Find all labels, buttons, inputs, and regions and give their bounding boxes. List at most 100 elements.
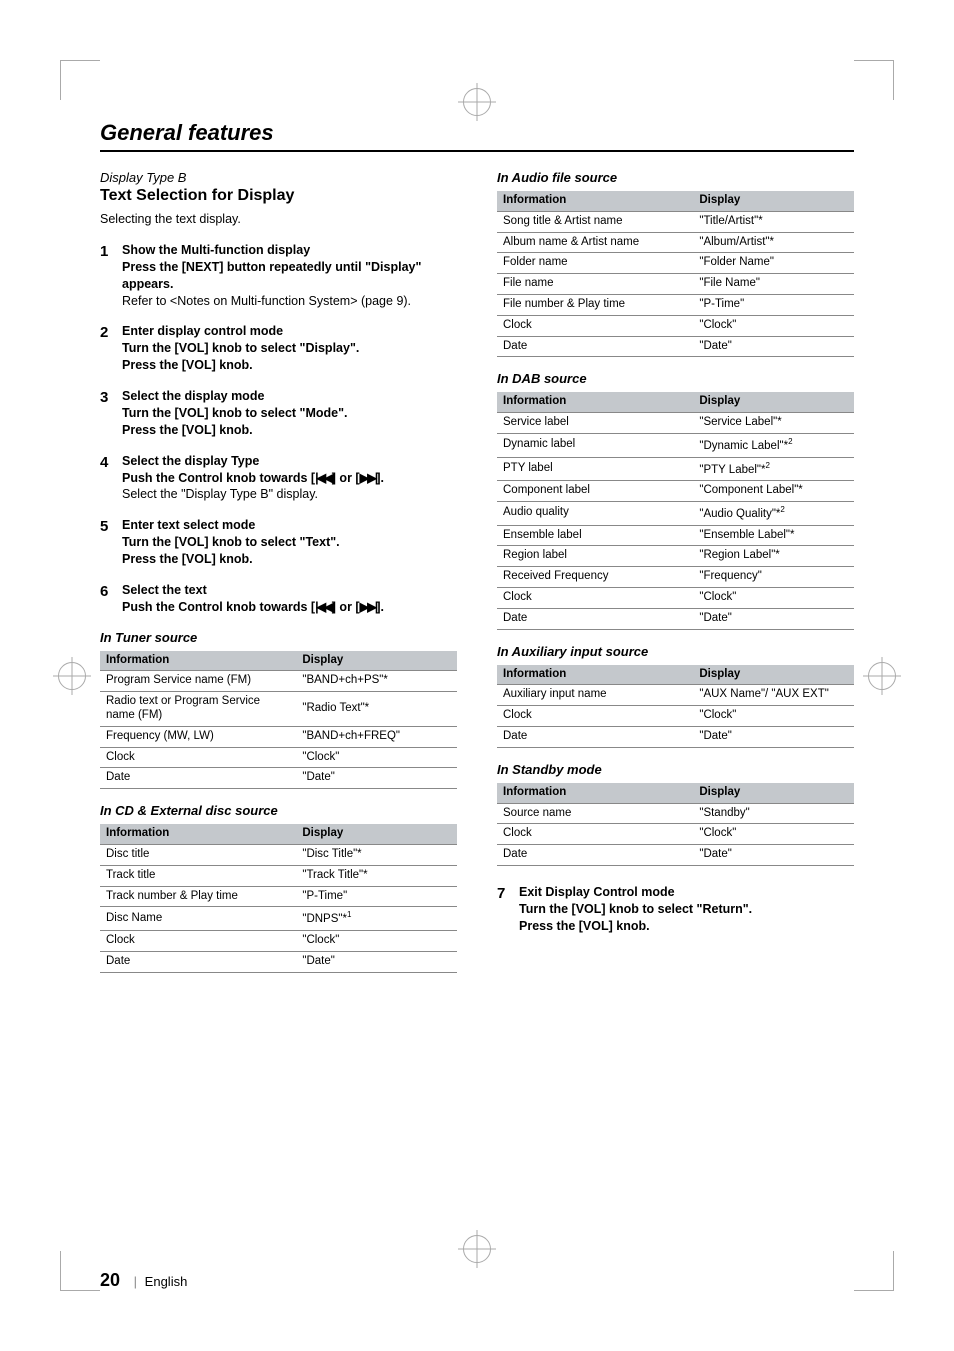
- info-cell: Date: [497, 608, 693, 629]
- dab-table: Information Display Service label"Servic…: [497, 392, 854, 629]
- table-row: Album name & Artist name"Album/Artist"*: [497, 232, 854, 253]
- crop-mark-icon: [854, 60, 894, 100]
- display-cell: "Clock": [693, 315, 854, 336]
- display-type-label: Display Type B: [100, 170, 457, 185]
- display-cell: "Clock": [693, 706, 854, 727]
- table-row: Date"Date": [100, 951, 457, 972]
- table-heading-standby: In Standby mode: [497, 762, 854, 777]
- display-cell: "Folder Name": [693, 253, 854, 274]
- superscript: 2: [766, 461, 770, 470]
- table-row: Clock"Clock": [497, 706, 854, 727]
- text: ].: [376, 471, 384, 485]
- info-cell: PTY label: [497, 457, 693, 481]
- page-footer: 20 | English: [100, 1270, 187, 1291]
- table-row: Dynamic label"Dynamic Label"*2: [497, 433, 854, 457]
- col-header: Information: [497, 191, 693, 211]
- crop-mark-icon: [60, 1251, 100, 1291]
- col-header: Display: [296, 651, 457, 671]
- step-number: 7: [497, 884, 511, 935]
- info-cell: Radio text or Program Service name (FM): [100, 692, 296, 727]
- table-row: File number & Play time"P-Time": [497, 294, 854, 315]
- step-instruction: Press the [VOL] knob.: [122, 357, 457, 374]
- standby-tbody: Source name"Standby"Clock"Clock"Date"Dat…: [497, 803, 854, 865]
- crop-mark-icon: [854, 1251, 894, 1291]
- info-cell: Dynamic label: [497, 433, 693, 457]
- rewind-icon: |◀◀: [315, 599, 332, 616]
- rewind-icon: |◀◀: [315, 470, 332, 487]
- text: Push the Control knob towards [: [122, 471, 315, 485]
- table-heading-dab: In DAB source: [497, 371, 854, 386]
- step-instruction: Press the [NEXT] button repeatedly until…: [122, 259, 457, 293]
- table-row: Frequency (MW, LW)"BAND+ch+FREQ": [100, 726, 457, 747]
- info-cell: Component label: [497, 481, 693, 502]
- display-cell: "Clock": [693, 588, 854, 609]
- cd-table: Information Display Disc title"Disc Titl…: [100, 824, 457, 972]
- display-cell: "Ensemble Label"*: [693, 525, 854, 546]
- table-row: Clock"Clock": [497, 588, 854, 609]
- audio-table: Information Display Song title & Artist …: [497, 191, 854, 357]
- table-row: PTY label"PTY Label"*2: [497, 457, 854, 481]
- right-column: In Audio file source Information Display…: [497, 170, 854, 973]
- step-title: Enter text select mode: [122, 517, 457, 534]
- step-instruction: Turn the [VOL] knob to select "Mode".: [122, 405, 457, 422]
- step-instruction: Press the [VOL] knob.: [519, 918, 854, 935]
- table-row: File name"File Name": [497, 274, 854, 295]
- step-4: 4 Select the display Type Push the Contr…: [100, 453, 457, 504]
- col-header: Display: [693, 665, 854, 685]
- table-heading-aux: In Auxiliary input source: [497, 644, 854, 659]
- registration-mark-icon: [463, 88, 491, 116]
- step-title: Select the display Type: [122, 453, 457, 470]
- aux-tbody: Auxiliary input name"AUX Name"/ "AUX EXT…: [497, 685, 854, 747]
- step-instruction: Turn the [VOL] knob to select "Display".: [122, 340, 457, 357]
- text: ] or [: [332, 471, 360, 485]
- info-cell: Auxiliary input name: [497, 685, 693, 706]
- table-row: Clock"Clock": [497, 315, 854, 336]
- display-cell: "Disc Title"*: [296, 845, 457, 866]
- step-2: 2 Enter display control mode Turn the [V…: [100, 323, 457, 374]
- table-row: Track title"Track Title"*: [100, 865, 457, 886]
- display-cell: "Frequency": [693, 567, 854, 588]
- step-number: 3: [100, 388, 114, 439]
- info-cell: File name: [497, 274, 693, 295]
- aux-table: Information Display Auxiliary input name…: [497, 665, 854, 748]
- table-row: Received Frequency"Frequency": [497, 567, 854, 588]
- table-row: Auxiliary input name"AUX Name"/ "AUX EXT…: [497, 685, 854, 706]
- display-cell: "Album/Artist"*: [693, 232, 854, 253]
- table-row: Disc Name"DNPS"*1: [100, 907, 457, 931]
- info-cell: Region label: [497, 546, 693, 567]
- page-number: 20: [100, 1270, 120, 1290]
- display-cell: "BAND+ch+FREQ": [296, 726, 457, 747]
- info-cell: Clock: [497, 315, 693, 336]
- left-column: Display Type B Text Selection for Displa…: [100, 170, 457, 973]
- display-cell: "Component Label"*: [693, 481, 854, 502]
- display-cell: "Date": [693, 336, 854, 357]
- info-cell: Frequency (MW, LW): [100, 726, 296, 747]
- table-row: Track number & Play time"P-Time": [100, 886, 457, 907]
- table-row: Clock"Clock": [100, 747, 457, 768]
- table-row: Service label"Service Label"*: [497, 413, 854, 434]
- info-cell: Service label: [497, 413, 693, 434]
- info-cell: Clock: [497, 588, 693, 609]
- language-label: English: [145, 1274, 188, 1289]
- table-row: Clock"Clock": [100, 931, 457, 952]
- crop-mark-icon: [60, 60, 100, 100]
- cd-tbody: Disc title"Disc Title"*Track title"Track…: [100, 845, 457, 973]
- info-cell: Disc title: [100, 845, 296, 866]
- col-header: Display: [693, 392, 854, 412]
- display-cell: "Audio Quality"*2: [693, 502, 854, 526]
- subsection-heading: Text Selection for Display: [100, 187, 457, 205]
- step-instruction: Press the [VOL] knob.: [122, 551, 457, 568]
- info-cell: Date: [100, 768, 296, 789]
- step-title: Exit Display Control mode: [519, 884, 854, 901]
- table-row: Disc title"Disc Title"*: [100, 845, 457, 866]
- step-1: 1 Show the Multi-function display Press …: [100, 242, 457, 310]
- display-cell: "Region Label"*: [693, 546, 854, 567]
- info-cell: Clock: [100, 747, 296, 768]
- table-row: Ensemble label"Ensemble Label"*: [497, 525, 854, 546]
- info-cell: Date: [497, 845, 693, 866]
- superscript: 2: [788, 437, 792, 446]
- intro-text: Selecting the text display.: [100, 211, 457, 228]
- display-cell: "Clock": [296, 747, 457, 768]
- step-6: 6 Select the text Push the Control knob …: [100, 582, 457, 616]
- step-number: 4: [100, 453, 114, 504]
